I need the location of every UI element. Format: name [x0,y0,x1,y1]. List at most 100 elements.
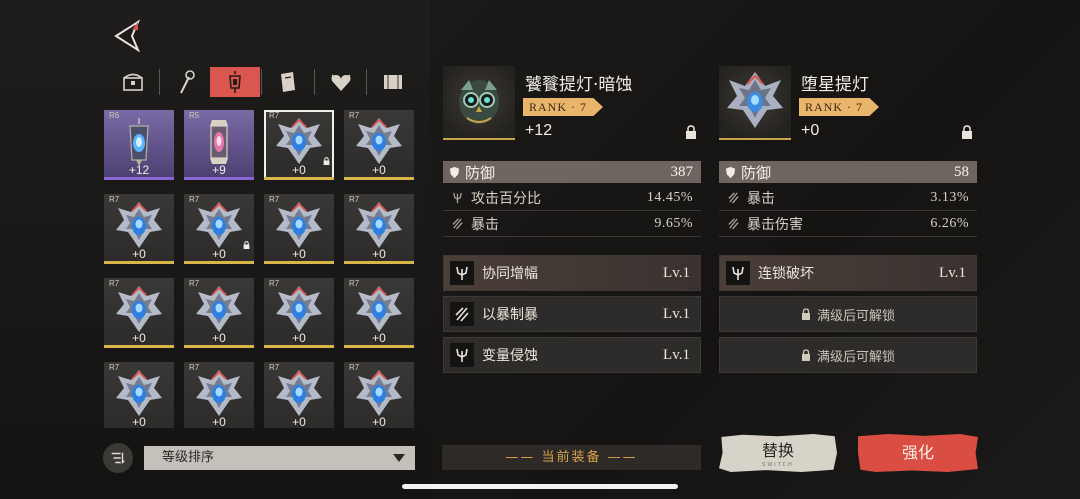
tab-lantern[interactable] [210,67,261,97]
trident-icon [443,191,471,204]
rarity-bar [104,177,174,180]
skill-level: Lv.1 [663,305,690,322]
inventory-slot[interactable]: R7 +0 [344,362,414,428]
slot-plus-level: +0 [212,247,226,261]
main-stat-value: 58 [954,163,969,180]
rarity-bar [184,261,254,264]
equipped-portrait [443,66,515,140]
skill-trident-icon [726,261,750,285]
tab-chest[interactable] [108,67,158,97]
inventory-slot[interactable]: R7 +0 [344,278,414,348]
slot-plus-level: +0 [372,415,386,428]
star-lamp-icon [116,202,162,248]
lock-icon [801,349,810,361]
replace-deco-text: SWITCH [762,462,794,468]
equipped-skill[interactable]: 协同增幅 Lv.1 [443,255,701,291]
sub-stat-value: 9.65% [654,215,693,231]
chevron-down-icon [393,454,405,462]
candidate-skill[interactable]: 连锁破坏 Lv.1 [719,255,977,291]
star-lamp-icon [276,202,322,248]
slot-plus-level: +0 [292,163,306,177]
inventory-slot[interactable]: R7 +0 [264,110,334,180]
inventory-slot[interactable]: R7 +0 [184,362,254,428]
inventory-slot[interactable]: R5 +9 [184,110,254,180]
inventory-slot[interactable]: R7 +0 [344,194,414,264]
lantern-icon [129,118,149,166]
tab-divider [261,69,263,95]
slot-plus-level: +0 [292,331,306,345]
sub-stat-label: 攻击百分比 [471,190,541,207]
heart-icon [331,74,351,91]
slot-plus-level: +9 [212,163,226,177]
star-lamp-icon [116,286,162,332]
tab-staff[interactable] [161,67,211,97]
rarity-bar [264,261,334,264]
back-button[interactable] [110,18,144,53]
star-lamp-icon [116,370,162,416]
upgrade-button[interactable]: 强化 [858,434,978,472]
home-indicator[interactable] [402,484,678,489]
inventory-slot[interactable]: R6 +12 [104,110,174,180]
tab-divider [313,69,315,95]
skill-name: 变量侵蚀 [482,348,538,364]
slot-plus-level: +0 [132,331,146,345]
skill-level: Lv.1 [939,264,966,281]
lock-icon[interactable] [961,125,973,139]
slot-plus-level: +0 [372,163,386,177]
inventory-slot[interactable]: R7 +0 [104,362,174,428]
replace-button[interactable]: 替换 SWITCH [719,434,837,472]
equipped-plus-level: +12 [525,122,553,139]
rarity-bar [184,177,254,180]
slot-plus-level: +0 [372,331,386,345]
book-icon [280,72,295,92]
replace-label: 替换 [761,441,794,460]
sort-dropdown[interactable]: 等级排序 [144,446,415,470]
tab-case[interactable] [368,67,418,97]
tab-divider [158,69,160,95]
inventory-slot[interactable]: R7 +0 [344,110,414,180]
case-icon [384,75,403,89]
star-lamp-icon [196,202,242,248]
lock-icon[interactable] [685,125,697,139]
slot-plus-level: +0 [292,415,306,428]
filter-button[interactable] [103,443,133,473]
star-lamp-icon [276,118,322,164]
rarity-bar [344,261,414,264]
sub-stat-label: 暴击 [747,190,775,207]
current-equipped-bar: —— 当前装备 —— [442,445,701,470]
inventory-slot[interactable]: R7 +0 [184,278,254,348]
staff-icon [179,70,195,94]
slot-plus-level: +0 [372,247,386,261]
slot-plus-level: +12 [128,163,150,177]
owl-lantern-icon [459,80,499,124]
star-lamp-icon [356,118,402,164]
lantern-icon [229,71,242,93]
sub-stat-value: 3.13% [930,189,969,205]
locked-skill-slot: 满级后可解锁 [719,296,977,332]
inventory-slot[interactable]: R7 +0 [104,194,174,264]
inventory-slot[interactable]: R7 +0 [264,194,334,264]
category-tabs [108,66,418,98]
inventory-slot[interactable]: R7 +0 [264,278,334,348]
inventory-slot[interactable]: R7 +0 [264,362,334,428]
equipped-skill[interactable]: 变量侵蚀 Lv.1 [443,337,701,373]
candidate-sub-stat: 暴击伤害 6.26% [719,211,977,237]
main-stat-value: 387 [670,163,694,180]
slot-plus-level: +0 [292,247,306,261]
star-lamp-icon [356,370,402,416]
slot-plus-level: +0 [212,331,226,345]
tab-book[interactable] [263,67,313,97]
current-equipped-label: 当前装备 [541,450,602,465]
tab-divider [366,69,368,95]
sub-stat-label: 暴击伤害 [747,216,803,233]
lock-icon [801,308,810,320]
inventory-slot[interactable]: R7 +0 [104,278,174,348]
slot-plus-level: +0 [132,415,146,428]
equipped-skill[interactable]: 以暴制暴 Lv.1 [443,296,701,332]
rarity-bar [344,177,414,180]
filter-icon [111,452,125,465]
candidate-plus-level: +0 [801,122,820,139]
equipped-name: 饕餮提灯·暗蚀 [525,75,633,95]
tab-heart[interactable] [316,67,366,97]
inventory-slot[interactable]: R7 +0 [184,194,254,264]
